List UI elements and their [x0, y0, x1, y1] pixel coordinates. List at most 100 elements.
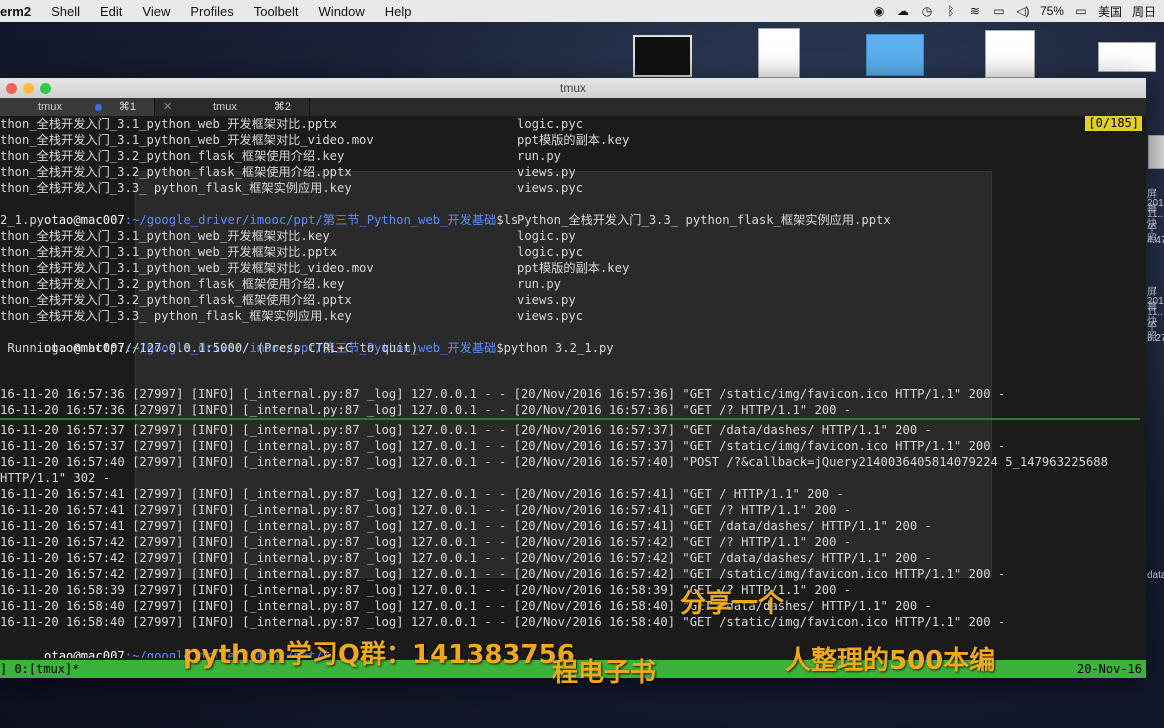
prompt-user: otao@mac007	[44, 649, 125, 658]
terminal-line: logic.py	[517, 229, 576, 243]
log-line: HTTP/1.1" 302 -	[0, 471, 111, 485]
menu-window[interactable]: Window	[309, 4, 375, 19]
terminal-line: thon_全栈开发入门_3.3_ python_flask_框架实例应用.key	[0, 309, 352, 323]
terminal-line: thon_全栈开发入门_3.1_python_web_开发框架对比_video.…	[0, 261, 374, 275]
shell-prompt: otao@mac007:~/google_driver/imooc/ppt/第三…	[0, 324, 614, 355]
terminal-line: views.pyc	[517, 181, 584, 195]
app-menu[interactable]: erm2	[0, 4, 41, 19]
prompt-command: $ls	[496, 213, 519, 227]
terminal-line: run.py	[517, 277, 562, 291]
desktop-thumbnail[interactable]	[633, 35, 692, 77]
record-icon[interactable]: ◉	[872, 4, 886, 18]
terminal-output[interactable]: [0/185] thon_全栈开发入门_3.1_python_web_开发框架对…	[0, 116, 1146, 658]
cloud-icon[interactable]: ☁	[896, 4, 910, 18]
terminal-line: thon_全栈开发入门_3.2_python_flask_框架使用介绍.pptx	[0, 293, 352, 307]
battery-icon[interactable]: ▭	[1074, 4, 1088, 18]
tab-label: tmux	[213, 101, 237, 113]
subtitle-overlay: 人整理的500本编	[785, 646, 996, 676]
clock-icon[interactable]: ◷	[920, 4, 934, 18]
tab-shortcut: ⌘1	[118, 101, 136, 113]
bluetooth-icon[interactable]: ᛒ	[944, 4, 958, 18]
terminal-line: thon_全栈开发入门_3.2_python_flask_框架使用介绍.key	[0, 149, 345, 163]
terminal-line: thon_全栈开发入门_3.3_ python_flask_框架实例应用.key	[0, 181, 352, 195]
close-tab-icon[interactable]: ✕	[163, 98, 172, 116]
terminal-line: run.py	[517, 149, 562, 163]
window-title: tmux	[559, 81, 586, 95]
log-line: 16-11-20 16:57:41 [27997] [INFO] [_inter…	[0, 519, 932, 533]
battery-percent[interactable]: 75%	[1040, 4, 1064, 18]
traffic-lights	[6, 83, 51, 94]
tab-shortcut: ⌘2	[273, 101, 291, 113]
desktop-label: 2016-11...午4.47	[1147, 198, 1164, 246]
zoom-window-button[interactable]	[40, 83, 51, 94]
input-method[interactable]: 美国	[1098, 3, 1122, 20]
prompt-user: otao@mac007	[44, 213, 125, 227]
wifi-icon[interactable]: ≋	[968, 4, 982, 18]
copy-mode-counter: [0/185]	[1085, 116, 1142, 131]
log-line: 16-11-20 16:57:42 [27997] [INFO] [_inter…	[0, 535, 852, 549]
screenshot-thumbnail[interactable]	[1148, 135, 1164, 169]
log-line: 16-11-20 16:57:40 [27997] [INFO] [_inter…	[0, 455, 1108, 469]
terminal-line: logic.pyc	[517, 117, 584, 131]
terminal-line: thon_全栈开发入门_3.1_python_web_开发框架对比.pptx	[0, 245, 338, 259]
tab-bar: tmux ⌘1 ✕ tmux ⌘2	[0, 98, 1146, 116]
folder-icon[interactable]	[866, 34, 924, 76]
log-line: 16-11-20 16:57:41 [27997] [INFO] [_inter…	[0, 487, 844, 501]
log-line: 16-11-20 16:57:41 [27997] [INFO] [_inter…	[0, 503, 852, 517]
menu-toolbelt[interactable]: Toolbelt	[244, 4, 309, 19]
screenshot-thumbnail[interactable]	[1098, 42, 1156, 72]
minimize-window-button[interactable]	[23, 83, 34, 94]
terminal-window: tmux tmux ⌘1 ✕ tmux ⌘2 [0/185] thon_全栈开发…	[0, 78, 1146, 678]
terminal-line: ppt模版的副本.key	[517, 261, 630, 275]
menu-help[interactable]: Help	[375, 4, 422, 19]
log-line: 16-11-20 16:57:37 [27997] [INFO] [_inter…	[0, 423, 932, 437]
terminal-line: thon_全栈开发入门_3.2_python_flask_框架使用介绍.key	[0, 277, 345, 291]
desktop-label: 2016-11...午6.27	[1147, 296, 1164, 344]
terminal-line: thon_全栈开发入门_3.1_python_web_开发框架对比.key	[0, 229, 330, 243]
log-line: 16-11-20 16:57:42 [27997] [INFO] [_inter…	[0, 551, 932, 565]
tmux-window-list[interactable]: ] 0:[tmux]*	[0, 660, 79, 678]
terminal-line: views.pyc	[517, 309, 584, 323]
status-menus: ◉ ☁ ◷ ᛒ ≋ ▭ ◁) 75% ▭ 美国 周日	[872, 3, 1164, 20]
shell-prompt: otao@mac007:~/google_driver/imooc/ppt/第三…	[0, 196, 518, 227]
volume-icon[interactable]: ◁)	[1016, 4, 1030, 18]
tab-tmux-2[interactable]: ✕ tmux ⌘2	[155, 98, 310, 116]
terminal-line: logic.pyc	[517, 245, 584, 259]
activity-dot-icon	[95, 104, 102, 111]
log-line: 16-11-20 16:57:42 [27997] [INFO] [_inter…	[0, 567, 1006, 581]
log-line: 16-11-20 16:57:37 [27997] [INFO] [_inter…	[0, 439, 1006, 453]
terminal-line: views.py	[517, 293, 576, 307]
tmux-pane-separator[interactable]	[0, 418, 1140, 420]
menu-bar: erm2 Shell Edit View Profiles Toolbelt W…	[0, 0, 1164, 22]
terminal-line: Python_全栈开发入门_3.3_ python_flask_框架实例应用.p…	[517, 213, 891, 227]
document-icon[interactable]	[758, 28, 800, 78]
terminal-line: thon_全栈开发入门_3.1_python_web_开发框架对比_video.…	[0, 133, 374, 147]
close-window-button[interactable]	[6, 83, 17, 94]
subtitle-overlay: 分享一个	[680, 589, 785, 619]
log-line: 16-11-20 16:57:36 [27997] [INFO] [_inter…	[0, 387, 1006, 401]
log-line: 16-11-20 16:58:40 [27997] [INFO] [_inter…	[0, 615, 1006, 629]
terminal-line: views.py	[517, 165, 576, 179]
desktop-label: datayes.png	[1147, 570, 1164, 581]
menu-view[interactable]: View	[132, 4, 180, 19]
prompt-path: :~/google_driver/imooc/ppt/第三节_Python_we…	[124, 213, 497, 227]
menu-shell[interactable]: Shell	[41, 4, 90, 19]
subtitle-overlay: python学习Q群：141383756	[183, 640, 575, 670]
tab-label: tmux	[38, 101, 62, 113]
terminal-line: thon_全栈开发入门_3.2_python_flask_框架使用介绍.pptx	[0, 165, 352, 179]
log-line: 16-11-20 16:57:36 [27997] [INFO] [_inter…	[0, 403, 852, 417]
subtitle-overlay: 程电子书	[552, 658, 657, 688]
log-line: 16-11-20 16:58:40 [27997] [INFO] [_inter…	[0, 599, 932, 613]
terminal-line: 2_1.py	[0, 213, 45, 227]
prompt-command: $python 3.2_1.py	[496, 341, 614, 355]
menu-edit[interactable]: Edit	[90, 4, 132, 19]
tab-tmux-1[interactable]: tmux ⌘1	[0, 98, 155, 116]
airplay-icon[interactable]: ▭	[992, 4, 1006, 18]
qr-thumbnail[interactable]	[985, 30, 1035, 78]
terminal-line: thon_全栈开发入门_3.1_python_web_开发框架对比.pptx	[0, 117, 338, 131]
server-running-line: Running on http://127.0.0.1:5000/ (Press…	[0, 341, 419, 355]
tmux-date: 20-Nov-16	[1076, 662, 1142, 676]
window-titlebar[interactable]: tmux	[0, 78, 1146, 98]
menu-profiles[interactable]: Profiles	[180, 4, 243, 19]
menu-clock[interactable]: 周日	[1132, 3, 1156, 20]
